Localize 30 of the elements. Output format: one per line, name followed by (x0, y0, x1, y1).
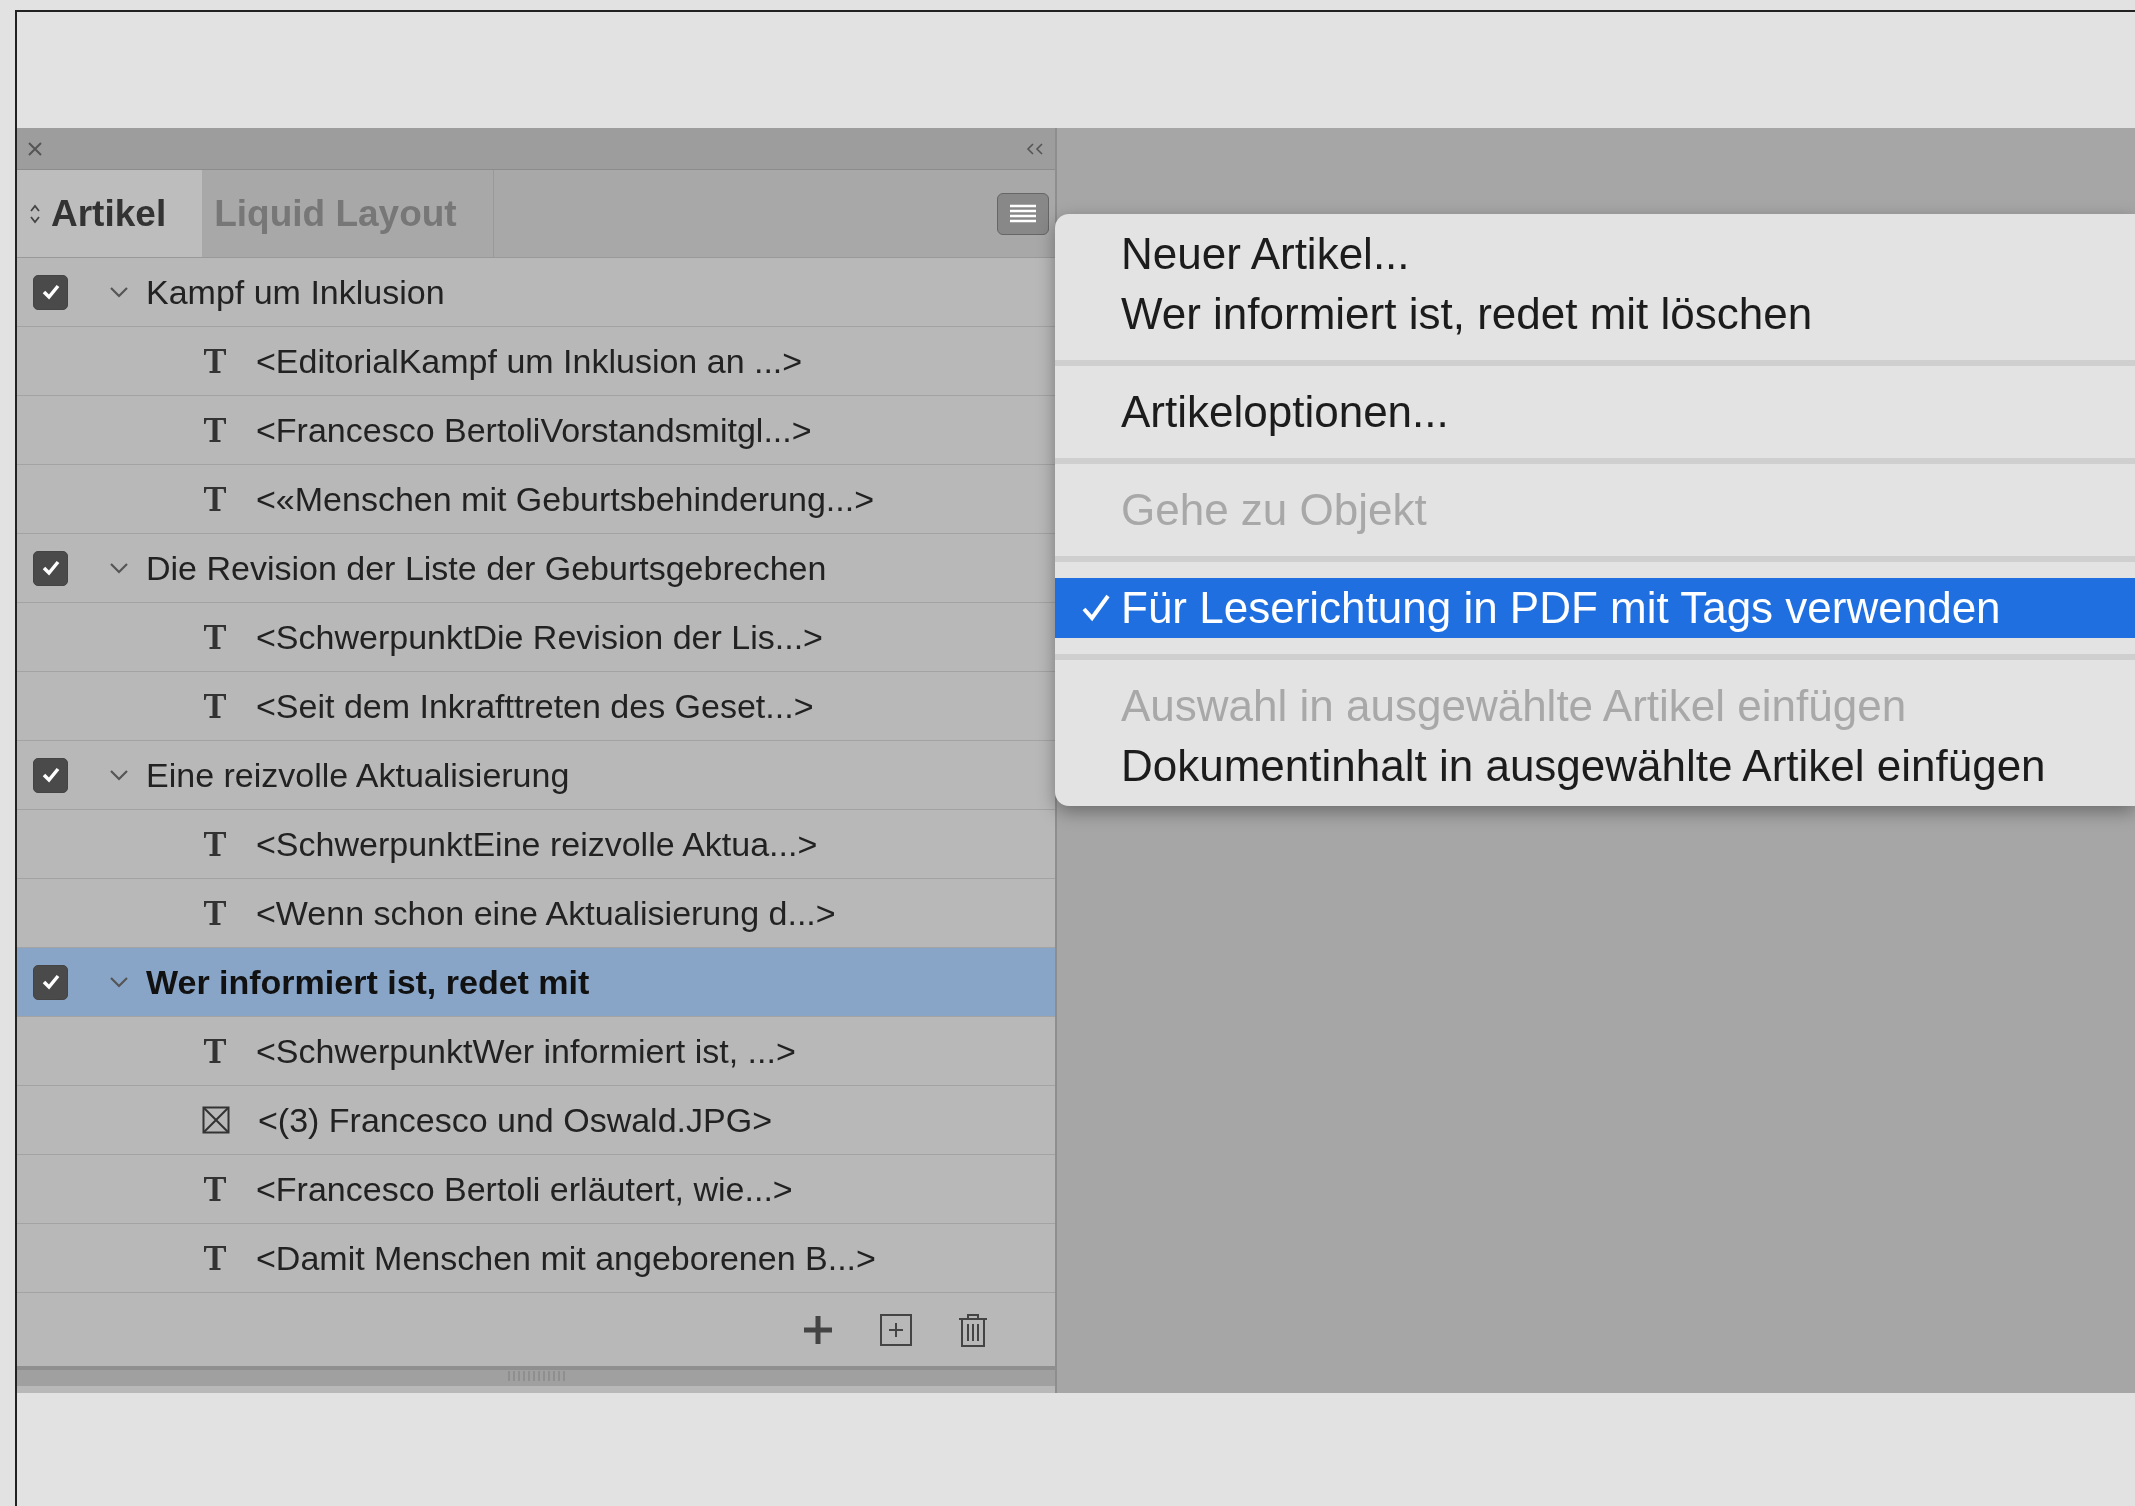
story-label: <SchwerpunktWer informiert ist, ...> (256, 1030, 796, 1072)
story-row[interactable]: <SchwerpunktWer informiert ist, ...> (17, 1017, 1055, 1086)
story-row[interactable]: <Francesco Bertoli erläutert, wie...> (17, 1155, 1055, 1224)
story-label: <EditorialKampf um Inklusion an ...> (256, 340, 803, 382)
article-row[interactable]: Wer informiert ist, redet mit (17, 948, 1055, 1017)
menu-item[interactable]: Artikeloptionen... (1055, 382, 2135, 442)
story-label: <(3) Francesco und Oswald.JPG> (258, 1099, 772, 1141)
story-row[interactable]: <Damit Menschen mit angeborenen B...> (17, 1224, 1055, 1293)
story-row[interactable]: <(3) Francesco und Oswald.JPG> (17, 1086, 1055, 1155)
story-row[interactable]: <Francesco BertoliVorstandsmitgl...> (17, 396, 1055, 465)
story-row[interactable]: <SchwerpunktEine reizvolle Aktua...> (17, 810, 1055, 879)
story-label: <Seit dem Inkrafttreten des Geset...> (256, 685, 814, 727)
story-label: <Francesco BertoliVorstandsmitgl...> (256, 409, 812, 451)
article-title: Eine reizvolle Aktualisierung (146, 754, 570, 796)
menu-item[interactable]: Neuer Artikel... (1055, 224, 2135, 284)
story-row[interactable]: <EditorialKampf um Inklusion an ...> (17, 327, 1055, 396)
article-title: Die Revision der Liste der Geburtsgebrechen (146, 547, 827, 589)
story-label: <Wenn schon eine Aktualisierung d...> (256, 892, 836, 934)
story-label: <Francesco Bertoli erläutert, wie...> (256, 1168, 793, 1210)
story-label: <SchwerpunktEine reizvolle Aktua...> (256, 823, 818, 865)
story-label: <«Menschen mit Geburtsbehinderung...> (256, 478, 875, 520)
story-label: <Damit Menschen mit angeborenen B...> (256, 1237, 876, 1279)
menu-item[interactable]: Dokumentinhalt in ausgewählte Artikel einfügen (1055, 736, 2135, 796)
menu-item[interactable]: Wer informiert ist, redet mit löschen (1055, 284, 2135, 344)
article-title: Kampf um Inklusion (146, 271, 445, 313)
article-title: Wer informiert ist, redet mit (146, 961, 590, 1003)
story-label: <SchwerpunktDie Revision der Lis...> (256, 616, 823, 658)
tab[interactable]: Artikel (17, 170, 203, 257)
story-row[interactable]: <SchwerpunktDie Revision der Lis...> (17, 603, 1055, 672)
menu-item[interactable]: Für Leserichtung in PDF mit Tags verwenden (1055, 578, 2135, 638)
